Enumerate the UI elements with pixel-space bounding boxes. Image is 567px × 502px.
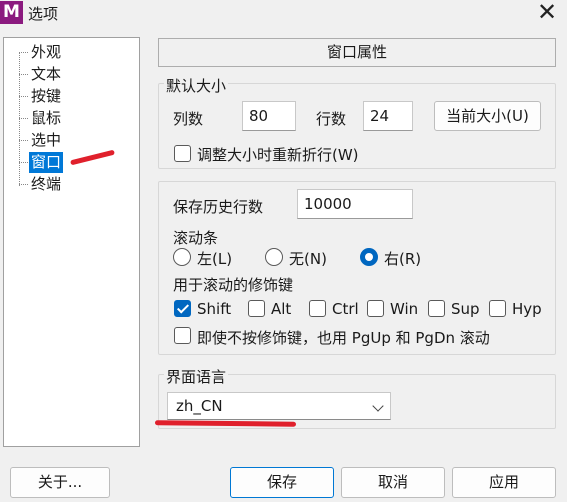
ui-language-title: 界面语言 [164, 366, 229, 387]
scrollbar-none-label: 无(N) [289, 250, 327, 268]
tree-item-label: 窗口 [29, 152, 64, 173]
modifier-shift-label: Shift [197, 300, 232, 318]
rewrap-checkbox[interactable] [174, 145, 191, 162]
default-size-title: 默认大小 [164, 75, 229, 96]
scrollbar-right-label: 右(R) [384, 250, 422, 268]
window-title: 选项 [28, 5, 59, 23]
scrollbar-none-radio[interactable] [265, 248, 283, 266]
pgupdn-checkbox[interactable] [174, 327, 191, 344]
modifier-alt-label: Alt [271, 300, 292, 318]
tree-item-label: 按键 [31, 87, 62, 105]
scroll-modifier-label: 用于滚动的修饰键 [173, 276, 294, 294]
scrollbar-right-radio[interactable] [360, 248, 378, 266]
scrollbar-label: 滚动条 [173, 229, 219, 247]
save-button[interactable]: 保存 [230, 467, 334, 498]
modifier-hyp-checkbox[interactable] [489, 300, 506, 317]
tree-item-label: 终端 [31, 175, 62, 193]
tree-item-label: 鼠标 [31, 109, 62, 127]
scrollbar-left-radio[interactable] [173, 248, 191, 266]
rows-input[interactable]: 24 [363, 101, 413, 131]
tree-connector-line [19, 52, 20, 186]
chevron-down-icon [372, 400, 384, 412]
apply-button[interactable]: 应用 [452, 467, 556, 498]
options-category-tree[interactable]: 外观 文本 按键 鼠标 选中 窗口 终端 [3, 37, 140, 447]
tree-item-label: 选中 [31, 131, 62, 149]
history-lines-input[interactable]: 10000 [297, 189, 413, 219]
modifier-shift-checkbox[interactable] [174, 300, 191, 317]
columns-label: 列数 [173, 110, 204, 128]
modifier-sup-checkbox[interactable] [428, 300, 445, 317]
modifier-ctrl-label: Ctrl [332, 300, 359, 318]
history-lines-label: 保存历史行数 [173, 198, 264, 216]
ui-language-value: zh_CN [176, 397, 223, 415]
columns-input[interactable]: 80 [242, 101, 296, 131]
modifier-win-checkbox[interactable] [367, 300, 384, 317]
about-button[interactable]: 关于... [10, 467, 110, 498]
modifier-alt-checkbox[interactable] [248, 300, 265, 317]
modifier-win-label: Win [390, 300, 419, 318]
app-logo-icon: M [0, 1, 23, 24]
rewrap-label: 调整大小时重新折行(W) [197, 146, 359, 164]
cancel-button[interactable]: 取消 [341, 467, 445, 498]
modifier-ctrl-checkbox[interactable] [309, 300, 326, 317]
tree-item-label: 文本 [31, 65, 62, 83]
scrollbar-left-label: 左(L) [197, 250, 233, 268]
title-bar: M 选项 ✕ [0, 0, 567, 26]
current-size-button[interactable]: 当前大小(U) [434, 101, 541, 131]
ui-language-select[interactable]: zh_CN [167, 392, 391, 420]
tree-item-label: 外观 [31, 43, 62, 61]
close-icon[interactable]: ✕ [532, 0, 562, 26]
modifier-sup-label: Sup [451, 300, 480, 318]
pgupdn-label: 即使不按修饰键，也用 PgUp 和 PgDn 滚动 [197, 329, 490, 347]
modifier-hyp-label: Hyp [512, 300, 542, 318]
rows-label: 行数 [316, 110, 347, 128]
panel-header: 窗口属性 [158, 38, 556, 67]
